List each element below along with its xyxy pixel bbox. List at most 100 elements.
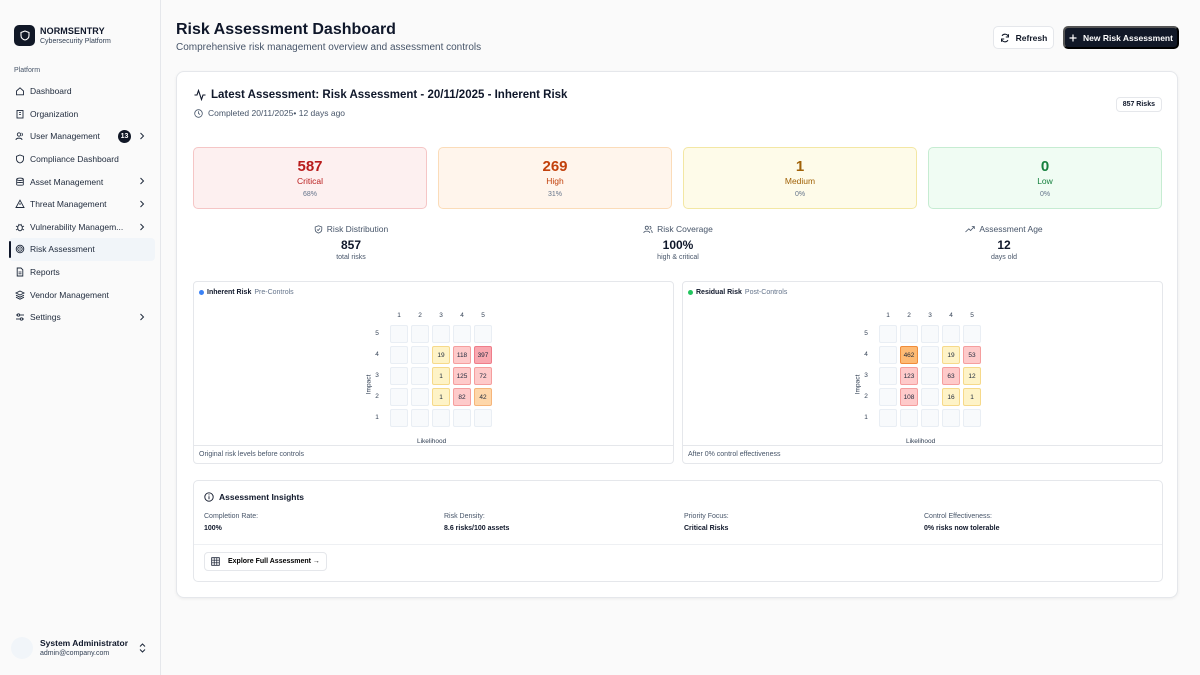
chevron-right-icon[interactable] (139, 132, 145, 142)
insight-value: 8.6 risks/100 assets (444, 525, 510, 532)
matrix-cell[interactable]: 108 (900, 388, 918, 406)
metric-label: Risk Coverage (657, 224, 713, 234)
sidebar-item-label: Reports (30, 267, 60, 278)
insights-title-text: Assessment Insights (219, 492, 305, 502)
refresh-button-label: Refresh (1015, 32, 1048, 43)
matrix-cell[interactable]: 1 (432, 388, 450, 406)
sidebar-item-asset-management[interactable]: Asset Management (9, 170, 155, 193)
assessment-insights: Assessment Insights Completion Rate: 100… (193, 480, 1163, 582)
chevron-right-icon[interactable] (139, 200, 145, 210)
matrix-cell[interactable]: 19 (432, 346, 450, 364)
sidebar-item-threat-management[interactable]: Threat Management (9, 193, 155, 216)
sidebar-item-vulnerability-management[interactable]: Vulnerability Managem... (9, 216, 155, 239)
sidebar-item-label: Threat Management (30, 199, 107, 210)
matrix-cell[interactable]: 1 (432, 367, 450, 385)
matrix-cell[interactable]: 397 (474, 346, 492, 364)
matrix-cell (942, 409, 960, 427)
target-icon (15, 244, 25, 254)
latest-assessment-card: Latest Assessment: Risk Assessment - 20/… (176, 71, 1178, 598)
matrix-cell[interactable]: 82 (453, 388, 471, 406)
sidebar-item-organization[interactable]: Organization (9, 103, 155, 126)
assessment-title-text: Latest Assessment: Risk Assessment - 20/… (211, 89, 568, 101)
matrix-cell[interactable]: 462 (900, 346, 918, 364)
insight-value: 100% (204, 525, 222, 532)
insight-label: Risk Density: (444, 513, 485, 520)
refresh-button[interactable]: Refresh (993, 26, 1054, 49)
sidebar-item-label: Vulnerability Managem... (30, 221, 124, 232)
stat-value: 587 (297, 158, 323, 175)
matrix-cell[interactable]: 42 (474, 388, 492, 406)
sidebar-item-compliance-dashboard[interactable]: Compliance Dashboard (9, 148, 155, 171)
sidebar-item-vendor-management[interactable]: Vendor Management (9, 283, 155, 306)
user-count-badge: 13 (118, 130, 131, 144)
brand[interactable]: NORMSENTRY Cybersecurity Platform (14, 25, 111, 46)
stat-card-low[interactable]: 0 Low 0% (928, 147, 1162, 209)
users-icon (643, 225, 653, 233)
file-icon (15, 267, 25, 277)
sliders-icon (15, 312, 25, 322)
likelihood-label: 3 (928, 312, 932, 319)
users-icon (15, 131, 25, 141)
stat-card-high[interactable]: 269 High 31% (438, 147, 672, 209)
impact-label: 5 (864, 330, 868, 337)
assessment-completed-text: Completed 20/11/2025• 12 days ago (208, 108, 346, 118)
layers-icon (15, 290, 25, 300)
matrix-header: Inherent Risk Pre-Controls (199, 289, 294, 296)
page-subtitle: Comprehensive risk management overview a… (176, 42, 482, 53)
insight-label: Completion Rate: (204, 513, 259, 520)
user-profile-menu[interactable]: System Administrator admin@company.com (11, 637, 151, 659)
shield-logo-icon (14, 25, 35, 46)
impact-label: 1 (864, 414, 868, 421)
explore-full-assessment-button[interactable]: Explore Full Assessment → (204, 552, 327, 571)
matrix-cell[interactable]: 123 (900, 367, 918, 385)
matrix-cell[interactable]: 63 (942, 367, 960, 385)
matrix-cell[interactable]: 12 (963, 367, 981, 385)
matrix-cell (432, 409, 450, 427)
sidebar-item-user-management[interactable]: User Management 13 (9, 125, 155, 148)
matrix-cell[interactable]: 118 (453, 346, 471, 364)
matrix-cell[interactable]: 125 (453, 367, 471, 385)
matrix-cell (879, 388, 897, 406)
matrix-cell (411, 409, 429, 427)
activity-icon (194, 89, 206, 101)
insight-value: Critical Risks (684, 525, 729, 532)
chevron-right-icon[interactable] (139, 223, 145, 233)
stat-label: Medium (784, 176, 816, 186)
matrix-cell (390, 367, 408, 385)
stat-card-medium[interactable]: 1 Medium 0% (683, 147, 917, 209)
matrix-cell[interactable]: 53 (963, 346, 981, 364)
likelihood-label: 1 (397, 312, 401, 319)
matrix-cell (921, 388, 939, 406)
stat-percent: 0% (794, 191, 806, 198)
matrix-cell (921, 346, 939, 364)
matrix-cell (963, 409, 981, 427)
brand-name: NORMSENTRY (40, 25, 105, 36)
impact-axis-label: Impact (365, 374, 373, 395)
sidebar-item-dashboard[interactable]: Dashboard (9, 80, 155, 103)
chevron-right-icon[interactable] (139, 313, 145, 323)
matrix-cell (453, 409, 471, 427)
impact-label: 3 (375, 372, 379, 379)
stat-percent: 68% (302, 191, 317, 198)
metric-risk-coverage: Risk Coverage 100% high & critical (558, 224, 798, 261)
metric-sub: days old (990, 254, 1018, 261)
matrix-cell[interactable]: 72 (474, 367, 492, 385)
new-risk-assessment-button[interactable]: New Risk Assessment (1063, 26, 1179, 49)
nav-section-label: Platform (14, 67, 41, 74)
matrix-cell[interactable]: 1 (963, 388, 981, 406)
refresh-icon (1000, 33, 1009, 42)
chevron-right-icon[interactable] (139, 177, 145, 187)
sidebar-item-reports[interactable]: Reports (9, 261, 155, 284)
matrix-cell[interactable]: 16 (942, 388, 960, 406)
explore-button-label: Explore Full Assessment → (228, 558, 320, 565)
risk-count-badge: 857 Risks (1115, 97, 1162, 112)
stat-card-critical[interactable]: 587 Critical 68% (193, 147, 427, 209)
sidebar-item-settings[interactable]: Settings (9, 306, 155, 329)
user-name: System Administrator (40, 638, 129, 648)
impact-axis-label: Impact (854, 374, 862, 395)
insight-completion-rate: Completion Rate: 100% (204, 513, 258, 532)
likelihood-label: 2 (418, 312, 422, 319)
sidebar-item-risk-assessment[interactable]: Risk Assessment (9, 238, 155, 261)
metric-value: 100% (662, 238, 694, 252)
matrix-cell[interactable]: 19 (942, 346, 960, 364)
